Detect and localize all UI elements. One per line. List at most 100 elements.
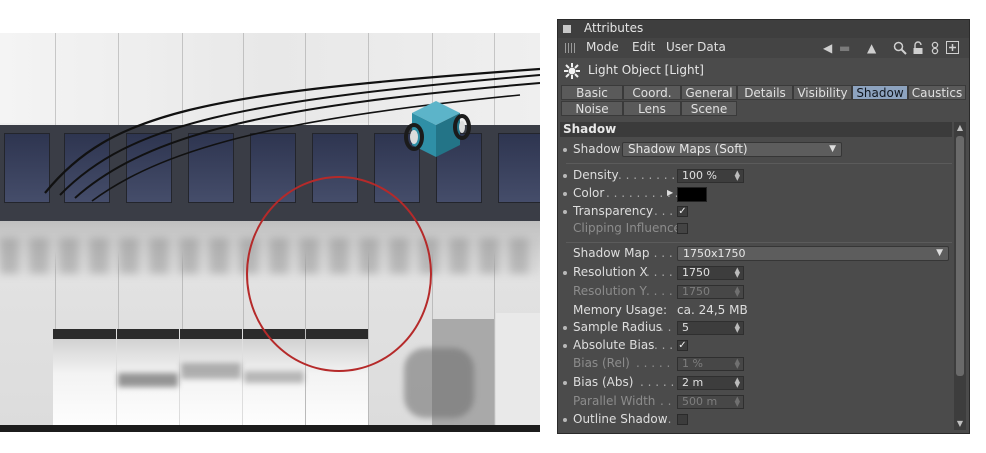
expand-arrow-icon[interactable]: ▶ [667,188,673,197]
stepper-icon[interactable]: ▲ ▼ [735,267,740,279]
row-transparency: Transparency . . . ✓ [560,203,952,221]
section-title: Shadow [563,122,617,136]
menu-mode[interactable]: Mode [586,40,619,54]
object-title: Light Object [Light] [588,63,704,77]
bias-abs-leader: . . . . . . [640,375,682,389]
row-bias-rel: Bias (Rel) . . . . . 1 % ▲ ▼ [560,355,952,373]
section-header: Shadow [560,122,952,137]
row-color: Color . . . . . . . . . . ▶ [560,185,952,203]
scroll-thumb[interactable] [956,136,964,376]
tab-lens[interactable]: Lens [623,101,681,116]
vertical-scrollbar[interactable]: ▲ ▼ [954,122,966,430]
panel-titlebar: Attributes [558,20,969,38]
param-dot-icon[interactable] [563,418,567,422]
row-outline-shadow: Outline Shadow . . [560,411,952,429]
density-field[interactable]: 100 % ▲ ▼ [677,169,744,183]
tab-shadow[interactable]: Shadow [852,85,908,100]
shadow-settings: Shadow Shadow Shadow Maps (Soft) ▼ Densi… [560,122,953,430]
bias-rel-field: 1 % ▲ ▼ [677,357,744,371]
param-dot-icon[interactable] [563,381,567,385]
new-panel-icon[interactable] [946,41,959,54]
outline-shadow-label: Outline Shadow [573,412,668,426]
shadow-type-dropdown[interactable]: Shadow Maps (Soft) ▼ [622,142,842,157]
up-arrow-icon[interactable]: ▲ [867,41,876,55]
res-x-field[interactable]: 1750 ▲ ▼ [677,266,744,280]
param-dot-icon[interactable] [563,148,567,152]
shadow-map-dropdown[interactable]: 1750x1750 ▼ [677,246,949,261]
color-swatch[interactable] [677,187,707,202]
chevron-down-icon: ▼ [936,248,943,258]
row-absolute-bias: Absolute Bias . . . ✓ [560,337,952,355]
transparency-checkbox[interactable]: ✓ [677,206,688,217]
param-dot-icon[interactable] [563,210,567,214]
lock-icon[interactable] [912,41,924,55]
absolute-bias-checkbox[interactable]: ✓ [677,340,688,351]
stepper-icon[interactable]: ▲ ▼ [735,377,740,389]
density-value: 100 % [682,169,717,182]
cube-vehicle [404,101,471,157]
bias-rel-value: 1 % [682,357,703,370]
clipping-label: Clipping Influence [573,221,681,235]
row-parallel-width: Parallel Width . . 500 m ▲ ▼ [560,393,952,411]
sample-radius-field[interactable]: 5 ▲ ▼ [677,321,744,335]
bias-abs-field[interactable]: 2 m ▲ ▼ [677,376,744,390]
grip-icon[interactable] [565,43,575,53]
object-header: Light Object [Light] [558,60,969,82]
param-dot-icon[interactable] [563,344,567,348]
bias-abs-label: Bias (Abs) [573,375,634,389]
row-bias-abs: Bias (Abs) . . . . . . 2 m ▲ ▼ [560,374,952,392]
stepper-icon: ▲ ▼ [734,357,740,370]
row-sample-radius: Sample Radius . . 5 ▲ ▼ [560,319,952,337]
tab-noise[interactable]: Noise [561,101,623,116]
panel-title: Attributes [584,21,644,35]
tab-general[interactable]: General [681,85,737,100]
res-y-leader: . . . . [646,284,673,298]
parallel-width-value: 500 m [682,395,718,408]
bias-rel-leader: . . . . . [636,356,671,370]
back-arrow-icon[interactable]: ◀ [823,41,832,55]
tab-details[interactable]: Details [737,85,793,100]
row-shadow: Shadow Shadow Maps (Soft) ▼ [560,141,952,159]
param-dot-icon[interactable] [563,192,567,196]
tab-caustics[interactable]: Caustics [908,85,966,100]
menu-edit[interactable]: Edit [632,40,655,54]
stepper-icon[interactable]: ▲ ▼ [735,170,740,182]
menu-bar: Mode Edit User Data ◀ ▬ ▲ [558,38,969,58]
search-icon[interactable] [893,41,907,55]
stepper-icon[interactable]: ▲ ▼ [735,322,740,334]
param-dot-icon[interactable] [563,326,567,330]
link-icon[interactable] [930,41,940,55]
shadow-label: Shadow [573,142,621,156]
light-object-icon [564,63,580,79]
transparency-leader: . . . [654,204,674,218]
row-memory-usage: Memory Usage: ca. 24,5 MB [560,302,952,320]
outline-shadow-checkbox[interactable] [677,414,688,425]
shadow-map-label: Shadow Map [573,246,650,260]
scroll-down-icon[interactable]: ▼ [955,419,965,429]
res-x-label: Resolution X [573,265,648,279]
panel-menu-icon[interactable] [563,25,571,33]
param-dot-icon[interactable] [563,271,567,275]
scroll-up-icon[interactable]: ▲ [955,123,965,133]
tab-coord[interactable]: Coord. [623,85,681,100]
abs-bias-leader: . . . [654,338,674,352]
parallel-width-leader: . . [660,394,672,408]
parallel-width-label: Parallel Width [573,394,656,408]
clipping-checkbox[interactable] [677,223,688,234]
row-resolution-x: Resolution X . . . . 1750 ▲ ▼ [560,264,952,282]
chevron-down-icon: ▼ [829,144,836,154]
render-viewport [0,33,540,432]
shadow-type-value: Shadow Maps (Soft) [628,142,748,156]
tab-basic[interactable]: Basic [561,85,623,100]
highlight-circle [246,176,432,372]
row-resolution-y: Resolution Y . . . . 1750 ▲ ▼ [560,283,952,301]
row-clipping-influence: Clipping Influence [560,220,952,238]
memory-label: Memory Usage: [573,303,668,317]
tab-scene[interactable]: Scene [681,101,737,116]
tab-visibility[interactable]: Visibility [793,85,852,100]
menu-user-data[interactable]: User Data [666,40,726,54]
param-dot-icon[interactable] [563,174,567,178]
forward-arrow-icon[interactable]: ▬ [839,41,850,55]
sample-radius-leader: . . [660,320,672,334]
memory-value: ca. 24,5 MB [677,303,748,317]
